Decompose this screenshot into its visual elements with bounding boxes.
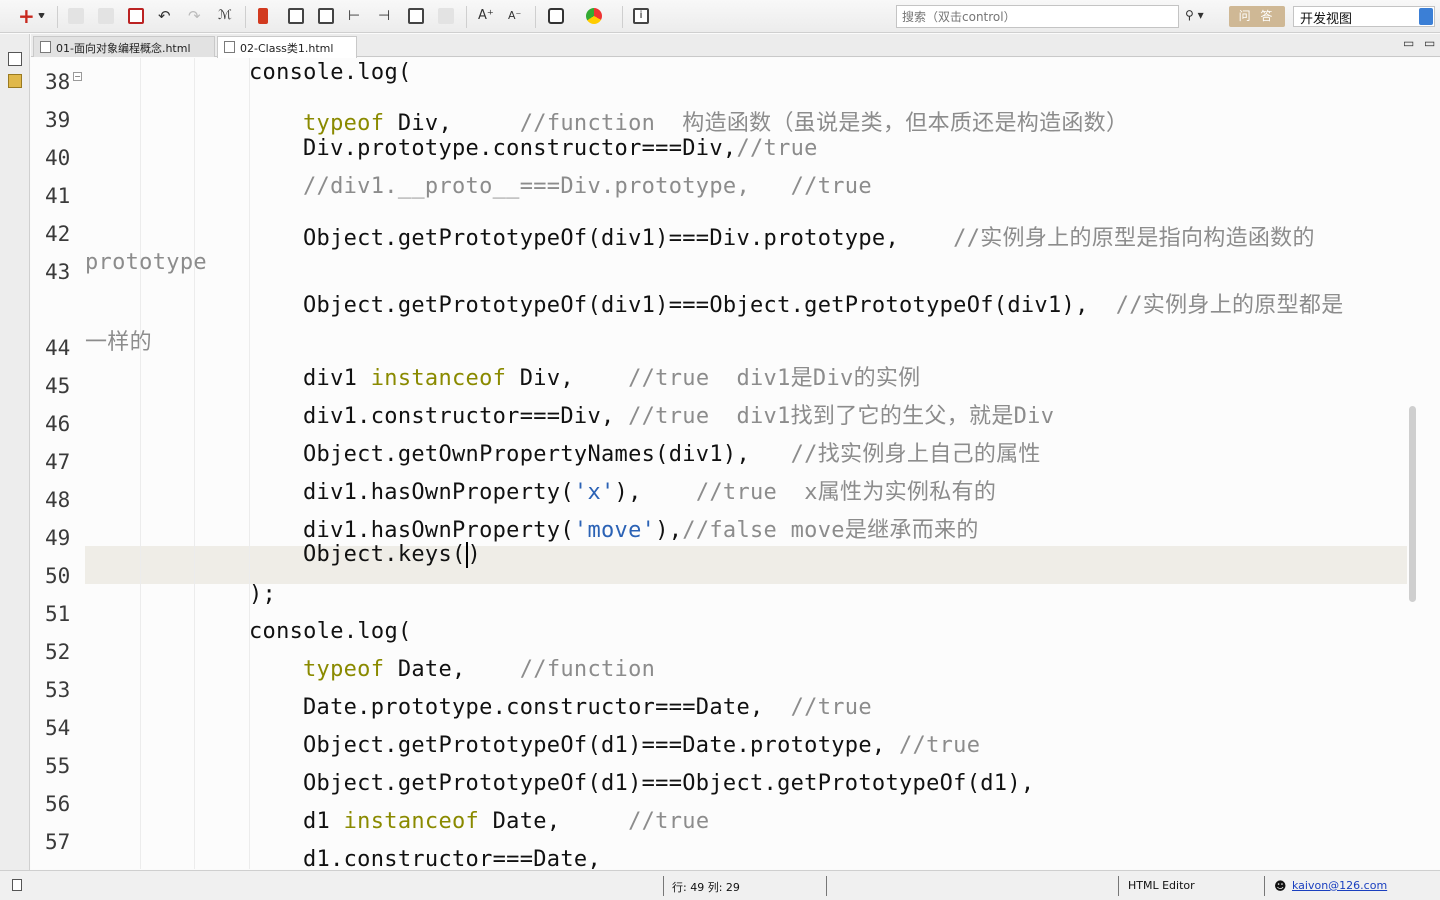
outdent-icon[interactable]: ⊣	[378, 8, 394, 24]
line-number: 50	[45, 564, 71, 588]
code-line: div1.constructor===Div, //true div1找到了它的…	[303, 404, 1055, 429]
code-line: Object.getPrototypeOf(div1)===Div.protot…	[303, 226, 1315, 251]
run-icon[interactable]	[548, 8, 564, 24]
status-bar: 行: 49 列: 29 HTML Editor ☻ kaivon@126.com	[0, 870, 1440, 900]
code-line: typeof Date, //function	[303, 657, 656, 682]
line-number: 51	[45, 602, 71, 626]
line-number: 48	[45, 488, 71, 512]
line-number: 53	[45, 678, 71, 702]
line-number: 57	[45, 830, 71, 854]
save-all-icon	[98, 8, 114, 24]
qa-button[interactable]: 问 答	[1229, 6, 1285, 27]
font-decrease-icon[interactable]: A⁻	[508, 8, 524, 24]
vertical-scrollbar[interactable]	[1409, 406, 1416, 602]
line-number: 43	[45, 260, 71, 284]
tab-file-01[interactable]: 01-面向对象编程概念.html	[33, 36, 215, 57]
code-line: console.log(	[249, 60, 412, 85]
code-line: Object.getOwnPropertyNames(div1), //找实例身…	[303, 442, 1041, 467]
code-line: Object.getPrototypeOf(div1)===Object.get…	[303, 293, 1344, 318]
code-line: div1.hasOwnProperty('move'),//false move…	[303, 518, 979, 543]
code-line: Object.getPrototypeOf(d1)===Object.getPr…	[303, 771, 1035, 796]
code-line: console.log(	[249, 619, 412, 644]
search-icon[interactable]: ⚲ ▾	[1185, 8, 1204, 22]
new-page-icon[interactable]	[288, 8, 304, 24]
new-file-icon[interactable]: +	[18, 6, 35, 26]
editor-tabs: 01-面向对象编程概念.html 02-Class类1.html ☒ ▭ ▭	[31, 34, 1440, 69]
format-icon[interactable]: ℳ	[218, 8, 234, 24]
comment-icon[interactable]	[408, 8, 424, 24]
line-number: 56	[45, 792, 71, 816]
redo-icon: ↷	[188, 7, 201, 25]
side-strip	[0, 34, 30, 870]
line-number: 49	[45, 526, 71, 550]
line-number: 38	[45, 70, 71, 94]
project-panel-icon[interactable]	[8, 74, 22, 88]
minimize-editor-icon[interactable]: ▭	[1403, 36, 1414, 50]
indent-icon[interactable]: ⊢	[348, 8, 364, 24]
code-line-wrap: 一样的	[85, 330, 152, 355]
code-line: );	[249, 582, 277, 607]
user-account-link[interactable]: kaivon@126.com	[1292, 879, 1387, 892]
code-line: Object.getPrototypeOf(d1)===Date.prototy…	[303, 733, 981, 758]
save-icon	[68, 8, 84, 24]
open-page-icon[interactable]	[318, 8, 334, 24]
maximize-editor-icon[interactable]: ▭	[1424, 36, 1435, 50]
code-line: Div.prototype.constructor===Div,//true	[303, 136, 818, 161]
bookmark-icon[interactable]	[258, 8, 268, 24]
code-line: div1 instanceof Div, //true div1是Div的实例	[303, 366, 921, 391]
search-input[interactable]	[896, 5, 1179, 28]
line-number: 55	[45, 754, 71, 778]
select-arrow-icon	[1419, 8, 1433, 25]
info-icon[interactable]: i	[633, 8, 649, 24]
code-line: //div1.__proto__===Div.prototype, //true	[303, 174, 872, 199]
code-line: typeof Div, //function 构造函数（虽说是类，但本质还是构造…	[303, 111, 1129, 136]
code-editor[interactable]: − 38 39 40 41 42 43 44 45 46 47 48 49 50…	[31, 58, 1440, 869]
tab-file-02[interactable]: 02-Class类1.html ☒	[217, 36, 357, 69]
view-select[interactable]: 开发视图	[1293, 6, 1435, 27]
code-line: d1 instanceof Date, //true	[303, 809, 710, 834]
line-number: 42	[45, 222, 71, 246]
code-line: Date.prototype.constructor===Date, //tru…	[303, 695, 872, 720]
line-number: 40	[45, 146, 71, 170]
close-file-icon[interactable]	[128, 8, 144, 24]
line-number: 39	[45, 108, 71, 132]
code-line-current: Object.keys()	[303, 542, 482, 568]
line-number: 52	[45, 640, 71, 664]
html-file-icon	[40, 41, 51, 53]
panel-toggle-icon[interactable]	[12, 879, 22, 891]
uncomment-icon	[438, 8, 454, 24]
restore-panel-icon[interactable]	[8, 52, 22, 66]
code-line-wrap: prototype	[85, 250, 207, 275]
code-line: div1.hasOwnProperty('x'), //true x属性为实例私…	[303, 480, 997, 505]
html-file-icon	[224, 41, 235, 53]
browser-preview-icon[interactable]	[586, 8, 602, 24]
line-number: 44	[45, 336, 71, 360]
line-number: 45	[45, 374, 71, 398]
line-number: 47	[45, 450, 71, 474]
main-toolbar: + ↶ ↷ ℳ ⊢ ⊣ A⁺ A⁻ i ⚲ ▾ 问 答 开发视图	[0, 0, 1440, 33]
cursor-position: 行: 49 列: 29	[672, 881, 740, 894]
line-number: 46	[45, 412, 71, 436]
line-number: 54	[45, 716, 71, 740]
line-number: 41	[45, 184, 71, 208]
user-icon: ☻	[1274, 879, 1287, 893]
editor-type: HTML Editor	[1128, 879, 1195, 892]
undo-icon[interactable]: ↶	[158, 8, 174, 24]
ide-window: + ↶ ↷ ℳ ⊢ ⊣ A⁺ A⁻ i ⚲ ▾ 问 答 开发视图	[0, 0, 1440, 900]
current-line-highlight	[85, 546, 1407, 584]
font-increase-icon[interactable]: A⁺	[478, 8, 494, 24]
chevron-down-icon[interactable]	[38, 13, 45, 19]
code-line: d1.constructor===Date,	[303, 847, 601, 869]
